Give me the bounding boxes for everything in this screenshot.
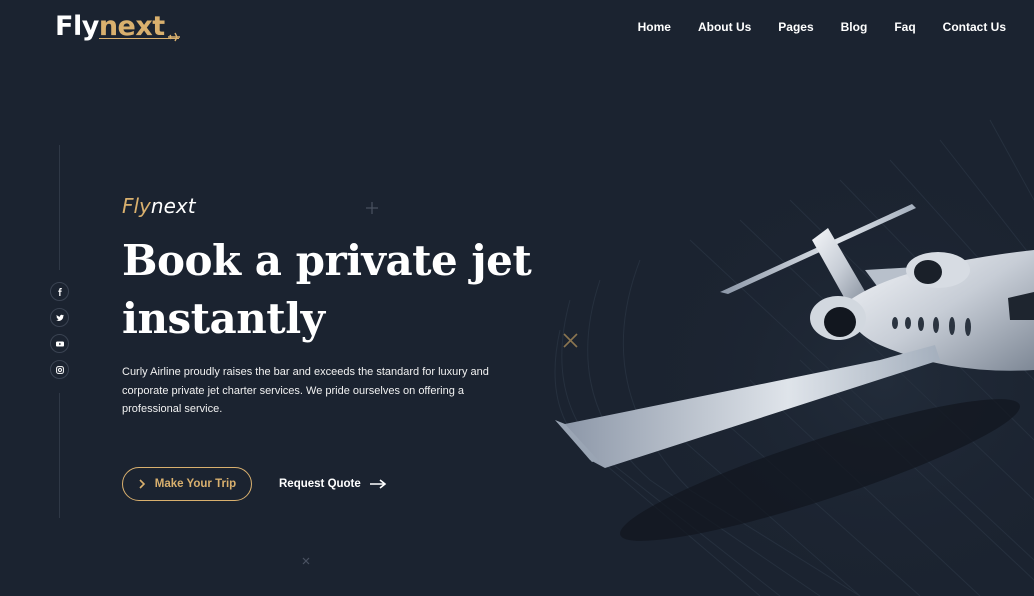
- eyebrow-gold: Fly: [122, 194, 151, 218]
- arrow-right-icon: [369, 479, 387, 489]
- twitter-link[interactable]: [50, 308, 69, 327]
- nav-about-us[interactable]: About Us: [698, 18, 751, 36]
- decorative-plus-icon: [366, 202, 378, 214]
- instagram-link[interactable]: [50, 360, 69, 379]
- background-diagonal-lines: [554, 119, 1034, 596]
- youtube-icon: [55, 341, 64, 346]
- make-your-trip-button[interactable]: Make Your Trip: [122, 467, 252, 501]
- nav-pages[interactable]: Pages: [778, 18, 813, 36]
- request-quote-link[interactable]: Request Quote: [279, 476, 387, 492]
- decorative-cross-icon: [563, 333, 578, 348]
- hero-description: Curly Airline proudly raises the bar and…: [122, 366, 489, 415]
- social-divider-bottom: [59, 393, 60, 518]
- hero-eyebrow: Flynext: [122, 194, 196, 218]
- headline-line-2: instantly: [122, 294, 325, 343]
- eyebrow-white: next: [150, 194, 196, 218]
- logo-plane-icon: [168, 32, 180, 42]
- make-your-trip-label: Make Your Trip: [154, 478, 237, 490]
- chevron-right-icon: [139, 479, 145, 489]
- headline-line-1: Book a private jet: [122, 236, 532, 285]
- brand-logo[interactable]: Flynext: [55, 10, 180, 50]
- social-divider-top: [59, 145, 60, 270]
- nav-blog[interactable]: Blog: [841, 18, 868, 36]
- logo-text-white: Fly: [55, 11, 99, 42]
- facebook-icon: [57, 287, 62, 296]
- hero-headline: Book a private jet instantly: [122, 232, 532, 348]
- youtube-link[interactable]: [50, 334, 69, 353]
- decorative-small-cross-icon: [302, 557, 310, 565]
- facebook-link[interactable]: [50, 282, 69, 301]
- main-navigation: Home About Us Pages Blog Faq Contact Us: [611, 18, 1006, 36]
- nav-contact-us[interactable]: Contact Us: [943, 18, 1006, 36]
- instagram-icon: [55, 365, 64, 374]
- nav-home[interactable]: Home: [638, 18, 671, 36]
- nav-faq[interactable]: Faq: [894, 18, 915, 36]
- request-quote-label: Request Quote: [279, 478, 361, 490]
- twitter-icon: [55, 314, 64, 321]
